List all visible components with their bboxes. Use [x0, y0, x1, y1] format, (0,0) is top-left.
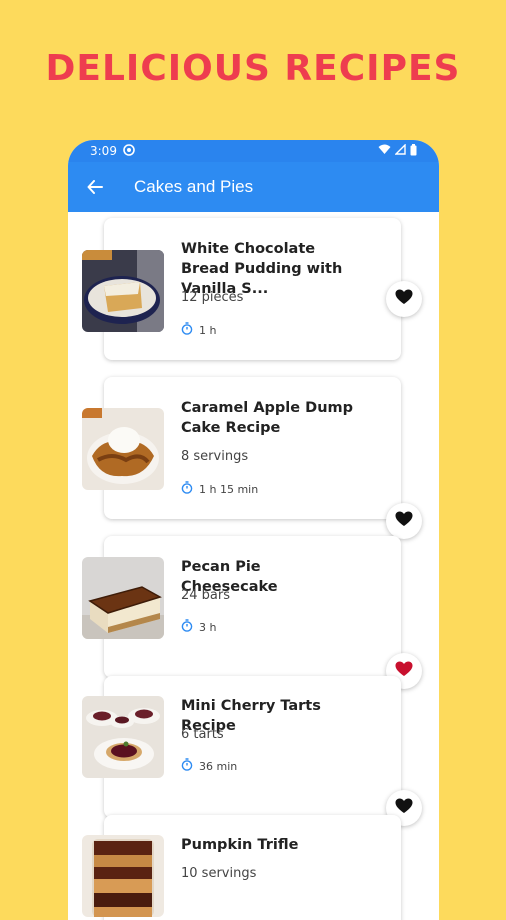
- timer-icon: [181, 758, 193, 774]
- signal-icon: [394, 143, 406, 158]
- screen-title: Cakes and Pies: [134, 177, 254, 196]
- app-bar: Cakes and Pies: [68, 162, 439, 212]
- recipe-time-2: 1 h 15 min: [199, 482, 259, 496]
- recipe-yield-1: 12 pieces: [181, 290, 244, 305]
- timer-icon: [181, 322, 193, 338]
- recipe-image-1: [82, 250, 164, 332]
- recipe-time-3: 3 h: [199, 620, 217, 634]
- favorite-button-2[interactable]: [386, 503, 422, 539]
- recipe-title-5[interactable]: Pumpkin Trifle: [181, 835, 361, 855]
- recipe-image-5: [82, 835, 164, 917]
- timer-icon: [181, 619, 193, 635]
- recipe-time-row-3: 3 h: [181, 619, 216, 635]
- wifi-icon: [378, 144, 391, 158]
- heart-icon: [395, 289, 413, 309]
- recipe-yield-2: 8 servings: [181, 449, 249, 464]
- recipe-time-4: 36 min: [199, 759, 238, 773]
- recipe-yield-4: 6 tarts: [181, 727, 224, 742]
- recipe-time-row-2: 1 h 15 min: [181, 481, 258, 497]
- favorite-button-1[interactable]: [386, 281, 422, 317]
- timer-icon: [181, 481, 193, 497]
- recipe-image-2: [82, 408, 164, 490]
- battery-icon: [410, 143, 417, 159]
- recipe-time-row-4: 36 min: [181, 758, 237, 774]
- recipe-yield-3: 24 bars: [181, 588, 231, 603]
- recipe-yield-5: 10 servings: [181, 866, 257, 881]
- recipe-time-1: 1 h: [199, 323, 217, 337]
- recipe-image-3: [82, 557, 164, 639]
- recipe-image-4: [82, 696, 164, 778]
- heart-icon: [395, 511, 413, 531]
- recipe-time-row-1: 1 h: [181, 322, 216, 338]
- status-time: 3:09: [90, 144, 117, 158]
- recipe-title-2[interactable]: Caramel Apple Dump Cake Recipe: [181, 398, 361, 438]
- promo-headline: DELICIOUS RECIPES: [45, 48, 461, 89]
- back-arrow-icon[interactable]: [84, 176, 106, 198]
- heart-icon: [395, 798, 413, 818]
- status-bar: 3:09: [68, 140, 439, 162]
- phone-frame: 3:09 Cakes and Pies White Chocolate Brea…: [68, 140, 439, 920]
- notification-icon: [123, 143, 135, 159]
